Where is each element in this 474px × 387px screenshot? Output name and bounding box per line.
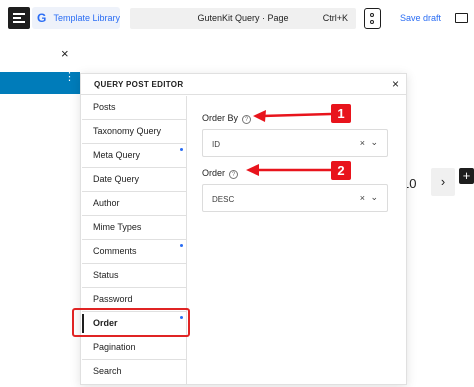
clear-icon[interactable]: × bbox=[360, 138, 365, 148]
pagination-next-button[interactable]: › bbox=[431, 168, 455, 196]
modal-header: QUERY POST EDITOR × bbox=[81, 74, 406, 95]
save-draft-button[interactable]: Save draft bbox=[400, 13, 441, 23]
settings-panel-icon[interactable] bbox=[455, 13, 468, 23]
order-tab-highlight bbox=[72, 308, 190, 337]
chevron-down-icon[interactable]: ⌄ bbox=[370, 137, 378, 148]
command-shortcut: Ctrl+K bbox=[322, 13, 348, 23]
clear-icon[interactable]: × bbox=[360, 193, 365, 203]
tab-label: Pagination bbox=[93, 342, 136, 352]
chevron-down-icon[interactable]: ⌄ bbox=[370, 192, 378, 203]
tab-mime-types[interactable]: Mime Types bbox=[82, 216, 186, 240]
annotation-badge-1: 1 bbox=[331, 104, 351, 123]
block-toolbar[interactable]: ⋮ bbox=[0, 72, 80, 94]
tab-date-query[interactable]: Date Query bbox=[82, 168, 186, 192]
tab-author[interactable]: Author bbox=[82, 192, 186, 216]
modified-indicator bbox=[180, 148, 183, 151]
tab-label: Password bbox=[93, 294, 133, 304]
tab-label: Search bbox=[93, 366, 122, 376]
order-select[interactable]: DESC × ⌄ bbox=[202, 184, 388, 212]
template-library-button[interactable]: G Template Library bbox=[32, 7, 120, 29]
tab-meta-query[interactable]: Meta Query bbox=[82, 144, 186, 168]
template-library-label: Template Library bbox=[53, 13, 120, 23]
tab-label: Date Query bbox=[93, 174, 140, 184]
tab-search[interactable]: Search bbox=[82, 360, 186, 384]
query-tab-list: Posts Taxonomy Query Meta Query Date Que… bbox=[82, 96, 187, 384]
more-options-icon[interactable]: ⋮ bbox=[64, 72, 75, 83]
tab-label: Comments bbox=[93, 246, 137, 256]
plugin-icon[interactable] bbox=[364, 8, 381, 29]
order-by-label-text: Order By bbox=[202, 113, 239, 123]
editor-topbar: G Template Library GutenKit Query · Page… bbox=[0, 0, 474, 38]
annotation-badge-2: 2 bbox=[331, 161, 351, 180]
document-bar[interactable]: GutenKit Query · Page Ctrl+K bbox=[130, 8, 356, 29]
order-by-label: Order By? bbox=[202, 113, 252, 124]
tab-comments[interactable]: Comments bbox=[82, 240, 186, 264]
help-icon[interactable]: ? bbox=[242, 115, 252, 124]
sidebar-close-icon[interactable]: × bbox=[61, 46, 69, 61]
help-icon[interactable]: ? bbox=[229, 170, 239, 179]
modified-indicator bbox=[180, 244, 183, 247]
tab-label: Posts bbox=[93, 102, 116, 112]
menu-toggle-icon[interactable] bbox=[8, 7, 30, 29]
tab-label: Mime Types bbox=[93, 222, 142, 232]
tab-label: Status bbox=[93, 270, 119, 280]
order-settings-panel: Order By? ID × ⌄ Order? DESC × ⌄ bbox=[188, 96, 407, 384]
order-label: Order? bbox=[202, 168, 239, 179]
tab-status[interactable]: Status bbox=[82, 264, 186, 288]
tab-label: Meta Query bbox=[93, 150, 141, 160]
order-by-value: ID bbox=[212, 140, 220, 149]
add-block-button[interactable]: + bbox=[459, 168, 474, 184]
tab-label: Author bbox=[93, 198, 120, 208]
tab-taxonomy-query[interactable]: Taxonomy Query bbox=[82, 120, 186, 144]
modal-title: QUERY POST EDITOR bbox=[94, 80, 184, 89]
tab-label: Taxonomy Query bbox=[93, 126, 162, 136]
gutenkit-logo-icon: G bbox=[37, 11, 47, 25]
query-post-editor-modal: QUERY POST EDITOR × Posts Taxonomy Query… bbox=[80, 73, 407, 385]
modal-close-icon[interactable]: × bbox=[392, 77, 399, 91]
order-label-text: Order bbox=[202, 168, 226, 178]
order-by-select[interactable]: ID × ⌄ bbox=[202, 129, 388, 157]
tab-posts[interactable]: Posts bbox=[82, 96, 186, 120]
tab-pagination[interactable]: Pagination bbox=[82, 336, 186, 360]
order-value: DESC bbox=[212, 195, 235, 204]
